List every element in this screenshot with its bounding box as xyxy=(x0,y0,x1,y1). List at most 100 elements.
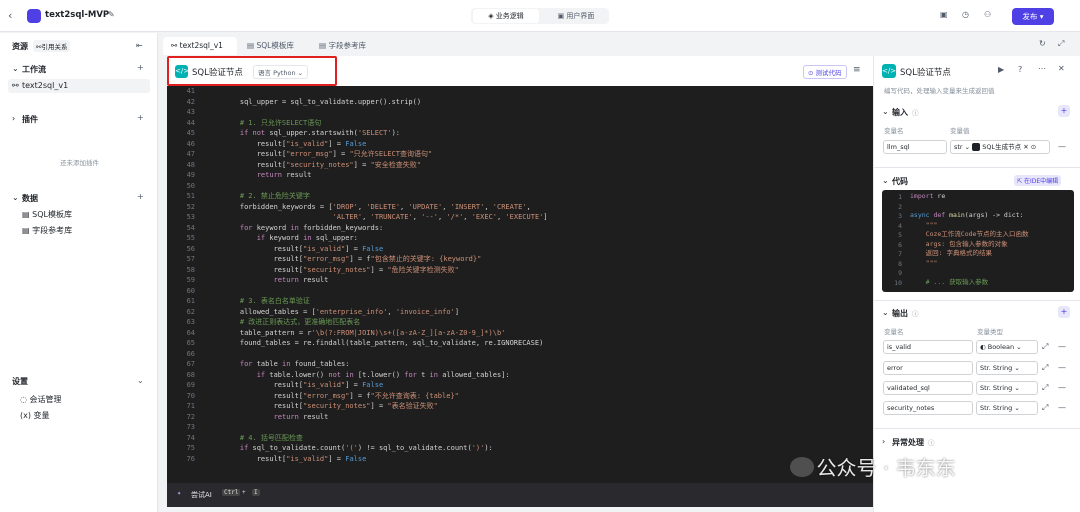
line-number: 56 xyxy=(186,244,195,253)
code-chevron-icon[interactable]: ⌄ xyxy=(882,176,889,185)
more-icon[interactable]: ⋯ xyxy=(1038,64,1046,73)
code-token: ] = f xyxy=(349,391,371,400)
history-icon[interactable]: ◷ xyxy=(962,10,969,19)
edit-icon[interactable]: ✎ xyxy=(108,10,115,19)
input-var-name-field[interactable]: llm_sql xyxy=(883,140,947,154)
add-data-icon[interactable]: + xyxy=(137,192,144,201)
add-output-button[interactable]: + xyxy=(1058,306,1070,318)
menu-icon[interactable]: ≡ xyxy=(853,65,861,75)
code-line: return result xyxy=(223,412,329,423)
line-number: 41 xyxy=(186,87,195,95)
expand-row-icon[interactable]: ⤢ xyxy=(1042,383,1048,393)
add-workflow-icon[interactable]: + xyxy=(137,63,144,72)
output-name-field[interactable]: security_notes xyxy=(883,401,973,415)
references-button[interactable]: ⚯引用关系 xyxy=(33,40,71,52)
expand-row-icon[interactable]: ⤢ xyxy=(1042,403,1048,413)
code-token: False xyxy=(362,381,384,389)
collapse-sidebar-icon[interactable]: ⇤ xyxy=(136,41,143,50)
line-number: 45 xyxy=(186,129,195,137)
code-token: "包含禁止的关键字: {keyword}" xyxy=(370,255,482,263)
remove-output-icon[interactable]: — xyxy=(1058,342,1066,351)
run-icon[interactable]: ▶ xyxy=(998,65,1004,74)
input-chevron-icon[interactable]: ⌄ xyxy=(882,107,889,116)
output-name-field[interactable]: error xyxy=(883,361,973,375)
expand-row-icon[interactable]: ⤢ xyxy=(1042,342,1048,352)
output-name-field[interactable]: validated_sql xyxy=(883,381,973,395)
code-token: result[ xyxy=(223,150,287,158)
input-info-icon: ⓘ xyxy=(912,109,919,117)
remove-input-icon[interactable]: — xyxy=(1058,142,1066,151)
project-title: text2sql-MVP xyxy=(45,10,110,20)
close-icon[interactable]: ✕ xyxy=(1058,64,1065,73)
code-token: def xyxy=(933,211,950,219)
code-token: , xyxy=(484,202,493,211)
code-line: for table in found_tables: xyxy=(223,359,350,370)
settings-section-label: 设置 xyxy=(12,377,28,386)
add-input-button[interactable]: + xyxy=(1058,105,1070,117)
output-section-label: 输出 xyxy=(892,309,908,318)
data-chevron-icon[interactable]: ⌄ xyxy=(12,193,19,202)
settings-collapse-icon[interactable]: ⌄ xyxy=(137,376,144,385)
output-type-select[interactable]: ◐ Boolean ⌄ xyxy=(976,340,1038,354)
remove-output-icon[interactable]: — xyxy=(1058,403,1066,412)
sql-template-label: SQL模板库 xyxy=(32,210,72,219)
code-token: ): xyxy=(484,444,493,452)
remove-output-icon[interactable]: — xyxy=(1058,383,1066,392)
settings-item-variable[interactable]: (x) 变量 xyxy=(20,410,50,421)
table-icon: ▤ xyxy=(22,210,33,219)
code-token: False xyxy=(345,139,367,148)
code-line: if sql_to_validate.count('(') != sql_to_… xyxy=(223,443,493,454)
mode-tab-ui[interactable]: ▣ 用户界面 xyxy=(545,9,607,23)
expand-icon[interactable]: ⤢ xyxy=(1058,39,1064,49)
tab-sql-template[interactable]: ▤ SQL模板库 xyxy=(239,37,309,55)
ide-edit-button[interactable]: ⇱ 在IDE中编辑 xyxy=(1014,175,1062,186)
tab-sql-template-label: SQL模板库 xyxy=(256,41,294,50)
workflow-chevron-icon[interactable]: ⌄ xyxy=(12,64,19,73)
sidebar-item-field-ref[interactable]: ▤ 字段参考库 xyxy=(22,225,72,236)
code-token: ] xyxy=(454,307,460,316)
code-token: result xyxy=(303,412,329,421)
input-col-name: 变量名 xyxy=(884,127,904,135)
refresh-icon[interactable]: ↻ xyxy=(1039,39,1046,48)
help-icon[interactable]: ? xyxy=(1018,65,1022,74)
output-type-select[interactable]: Str. String ⌄ xyxy=(976,361,1038,375)
output-name-field[interactable]: is_valid xyxy=(883,340,973,354)
ai-label[interactable]: 尝试AI xyxy=(191,490,212,500)
code-token: # 2. 禁止危险关键字 xyxy=(223,192,310,200)
code-token: "安全检查失败" xyxy=(370,160,421,169)
code-token: '/*' xyxy=(446,213,464,221)
settings-item-session[interactable]: ◌ 会话管理 xyxy=(20,394,62,405)
session-label: 会话管理 xyxy=(29,395,62,404)
code-line: # 4. 括号匹配检查 xyxy=(223,433,303,444)
tab-field-ref[interactable]: ▤ 字段参考库 xyxy=(311,37,381,55)
input-var-value-field[interactable]: str ⌄ SQL生成节点 ✕ ⊙ xyxy=(950,140,1050,154)
output-type-label: String xyxy=(992,404,1013,412)
chat-icon: ◌ xyxy=(20,395,30,404)
add-plugin-icon[interactable]: + xyxy=(137,113,144,122)
code-token: in xyxy=(429,370,443,379)
tab-text2sql[interactable]: ⚯ text2sql_v1 xyxy=(163,37,237,55)
line-number: 47 xyxy=(186,150,195,158)
remove-output-icon[interactable]: — xyxy=(1058,363,1066,372)
code-token: if not xyxy=(223,129,270,137)
test-code-button[interactable]: ⊙ 测试代码 xyxy=(803,65,847,79)
back-icon[interactable]: ‹ xyxy=(8,9,12,22)
users-icon[interactable]: ⚇ xyxy=(984,10,991,19)
publish-button[interactable]: 发布 ▾ xyxy=(1012,8,1054,25)
output-type-select[interactable]: Str. String ⌄ xyxy=(976,381,1038,395)
code-preview[interactable]: 1 import re 2 3 async def main(args) -> dict… xyxy=(882,190,1074,292)
plugins-chevron-icon[interactable]: › xyxy=(12,114,15,123)
output-type-select[interactable]: Str. String ⌄ xyxy=(976,401,1038,415)
code-area[interactable]: ✦ 尝试AI Ctrl + I 41 42 sql_upper = sql_to_… xyxy=(167,86,873,507)
expand-row-icon[interactable]: ⤢ xyxy=(1042,363,1048,373)
exception-chevron-icon[interactable]: › xyxy=(882,437,885,446)
output-chevron-icon[interactable]: ⌄ xyxy=(882,308,889,317)
mode-tab-logic[interactable]: ◈ 业务逻辑 xyxy=(473,9,539,23)
toolbar-icon-1[interactable]: ▣ xyxy=(940,10,948,19)
code-token: forbidden_keywords: xyxy=(303,223,384,232)
line-number: 60 xyxy=(186,286,195,295)
sidebar-item-sql-template[interactable]: ▤ SQL模板库 xyxy=(22,209,72,220)
code-line: # 改进正则表达式，更准确地匹配表名 xyxy=(223,317,360,328)
code-token: re xyxy=(937,192,946,200)
sidebar-item-workflow[interactable]: ⚯ text2sql_v1 xyxy=(8,79,150,93)
